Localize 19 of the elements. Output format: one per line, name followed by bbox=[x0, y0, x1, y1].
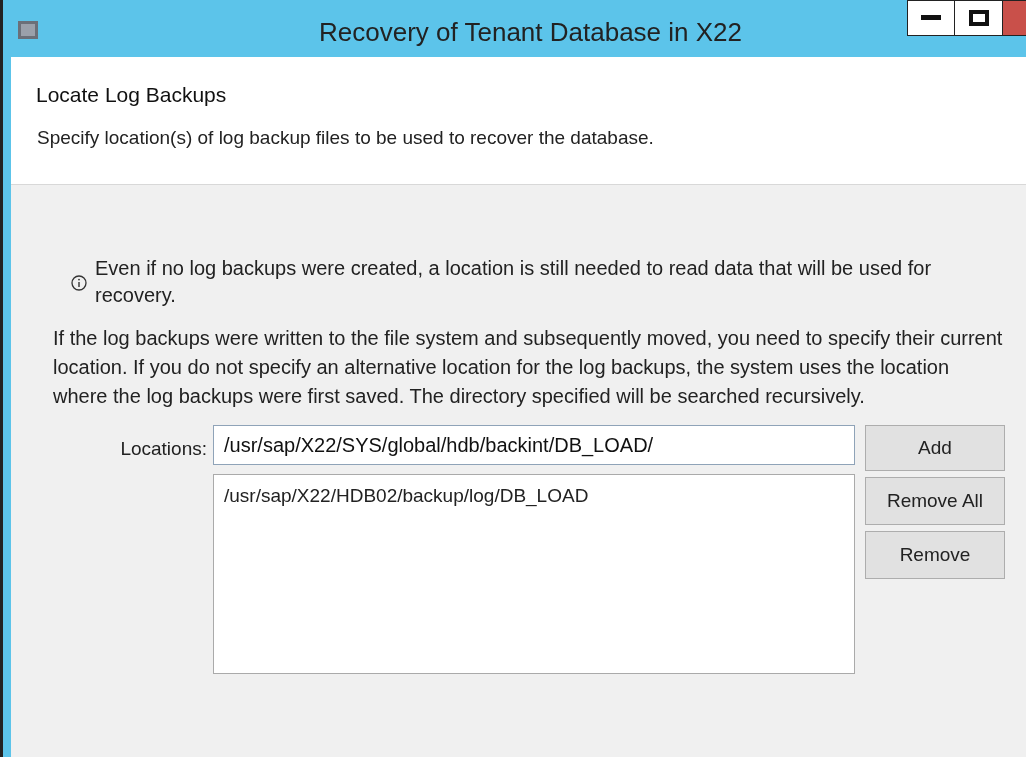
description-text: If the log backups were written to the file system and subsequently moved, you need to specify their current location. If you do not specify an alternative location for the log backups, the system uses the location where the log backups were first saved. The directory specified will be searched recursively. bbox=[53, 326, 1003, 409]
info-icon bbox=[71, 275, 87, 291]
window-title: Recovery of Tenant Database in X22 bbox=[319, 16, 742, 49]
app-icon bbox=[17, 20, 39, 40]
minimize-icon bbox=[921, 15, 941, 21]
minimize-button[interactable] bbox=[907, 0, 955, 36]
maximize-icon bbox=[968, 10, 989, 26]
info-note: Even if no log backups were created, a location is still needed to read data that will be used for recovery. bbox=[95, 256, 933, 308]
action-button[interactable]: Remove bbox=[865, 531, 1005, 579]
page-title: Locate Log Backups bbox=[36, 82, 227, 108]
location-input-field[interactable]: /usr/sap/X22/SYS/global/hdb/backint/DB_LOAD/ bbox=[213, 425, 855, 465]
action-button[interactable]: Add bbox=[865, 425, 1005, 471]
action-button[interactable]: Remove All bbox=[865, 477, 1005, 525]
page-subtitle: Specify location(s) of log backup files to be used to recover the database. bbox=[36, 125, 654, 150]
location-list[interactable]: /usr/sap/X22/HDB02/backup/log/DB_LOAD bbox=[213, 474, 855, 674]
maximize-button[interactable] bbox=[955, 0, 1003, 36]
locations-label: Locations: bbox=[120, 437, 207, 461]
location-item[interactable]: /usr/sap/X22/HDB02/backup/log/DB_LOAD bbox=[224, 483, 589, 509]
close-button[interactable] bbox=[1003, 0, 1026, 36]
